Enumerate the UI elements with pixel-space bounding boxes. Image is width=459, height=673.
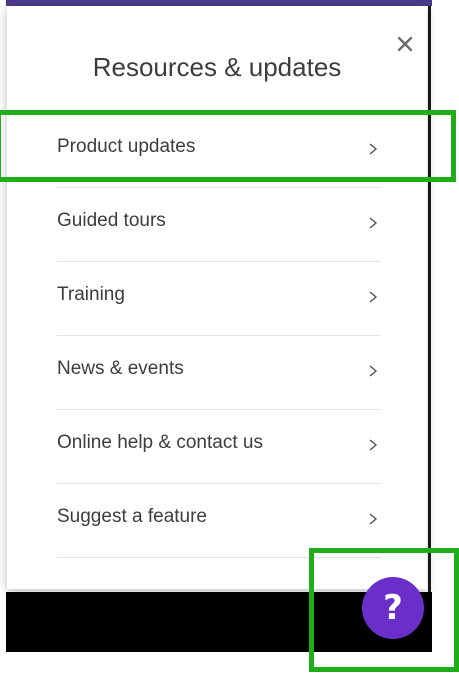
menu-item-label: Suggest a feature [57,506,207,527]
menu-item-training[interactable]: Training [57,262,380,336]
chevron-right-icon [369,439,378,451]
menu-item-news-events[interactable]: News & events [57,336,380,410]
chevron-right-icon [369,217,378,229]
highlight-box-product-updates [0,110,456,182]
frame-edge [428,6,431,592]
chevron-right-icon [369,513,378,525]
menu-item-label: Online help & contact us [57,432,263,453]
chevron-right-icon [369,291,378,303]
menu-item-label: Training [57,284,125,305]
highlight-box-help-button [309,548,459,672]
menu-item-label: Guided tours [57,210,166,231]
menu-item-online-help[interactable]: Online help & contact us [57,410,380,484]
menu-item-guided-tours[interactable]: Guided tours [57,188,380,262]
menu-item-suggest-feature[interactable]: Suggest a feature [57,484,380,558]
menu-item-label: News & events [57,358,184,379]
close-icon [397,36,413,52]
resources-panel: Resources & updates Product updates Guid… [7,6,427,589]
panel-title: Resources & updates [92,52,342,82]
chevron-right-icon [369,365,378,377]
